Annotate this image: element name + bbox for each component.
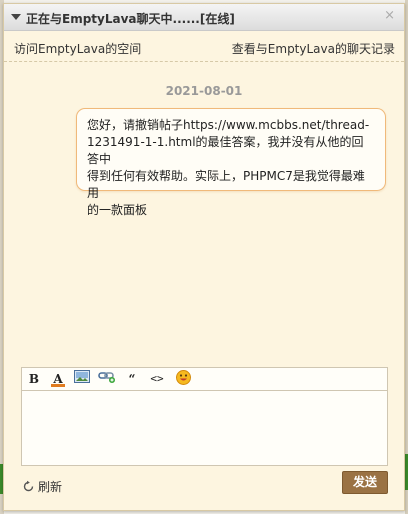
refresh-label: 刷新	[38, 480, 63, 494]
quote-icon[interactable]: “	[122, 370, 142, 388]
image-icon[interactable]	[72, 370, 92, 388]
chat-history-link[interactable]: 查看与EmptyLava的聊天记录	[232, 40, 395, 57]
link-icon[interactable]	[97, 370, 117, 388]
emoji-icon[interactable]	[173, 370, 193, 388]
close-icon[interactable]: ×	[384, 9, 395, 23]
chat-window-titlebar[interactable]: 正在与EmptyLava聊天中......[在线] ×	[4, 4, 404, 31]
code-icon[interactable]: <>	[147, 370, 167, 388]
refresh-icon	[23, 480, 34, 492]
chat-window-title: 正在与EmptyLava聊天中......[在线]	[26, 12, 235, 26]
message-bubble: 您好，请撤销帖子https://www.mcbbs.net/thread- 12…	[76, 108, 386, 217]
bold-icon[interactable]: B	[24, 370, 44, 388]
font-color-swatch	[51, 384, 65, 387]
chat-window: 正在与EmptyLava聊天中......[在线] × 访问EmptyLava的…	[3, 3, 405, 511]
message-date: 2021-08-01	[165, 84, 243, 98]
editor-toolbar: B A “ <>	[21, 367, 388, 391]
message-input[interactable]	[21, 390, 388, 466]
collapse-arrow-icon[interactable]	[11, 14, 21, 20]
refresh-button[interactable]: 刷新	[22, 478, 62, 495]
visit-space-link[interactable]: 访问EmptyLava的空间	[14, 40, 141, 57]
send-button[interactable]: 发送	[342, 471, 388, 494]
font-color-icon[interactable]: A	[48, 370, 68, 388]
message-text: 您好，请撤销帖子https://www.mcbbs.net/thread- 12…	[87, 118, 370, 217]
chat-links-bar: 访问EmptyLava的空间 查看与EmptyLava的聊天记录	[4, 31, 404, 62]
